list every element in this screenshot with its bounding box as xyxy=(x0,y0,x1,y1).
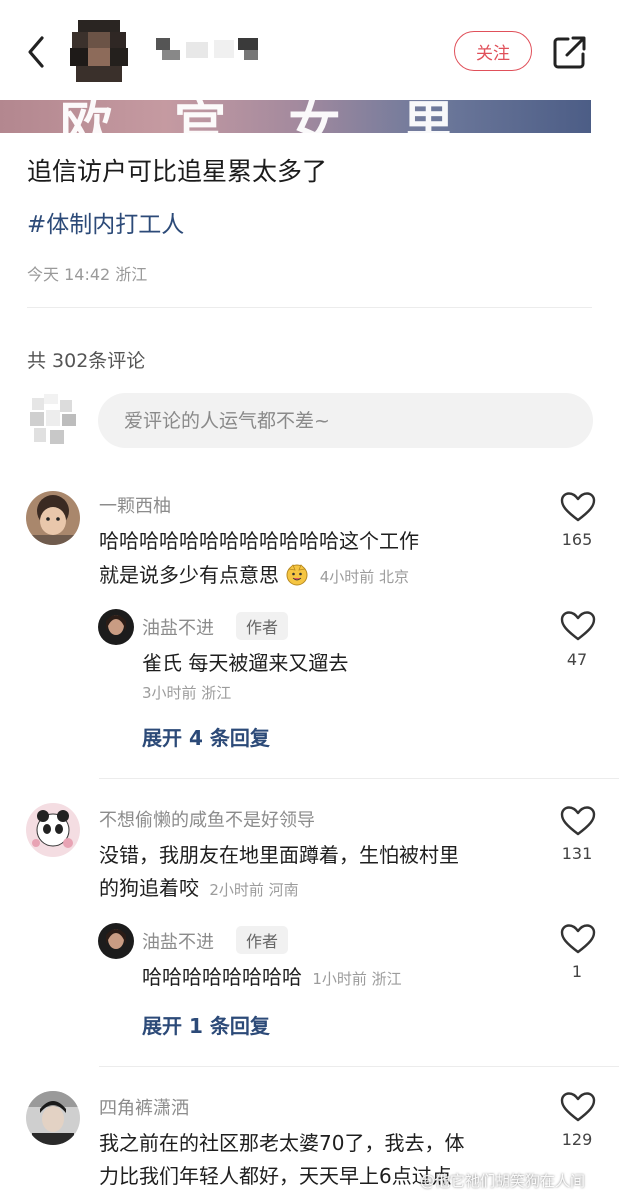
heart-icon[interactable] xyxy=(560,805,596,837)
author-tag: 作者 xyxy=(236,612,289,640)
comment-text-line2-row: 就是说多少有点意思 4小时前 北京 xyxy=(99,558,409,594)
expand-replies-button[interactable]: 展开 1 条回复 xyxy=(142,1010,270,1039)
like-count: 1 xyxy=(571,962,583,981)
divider xyxy=(99,778,619,779)
comment-text-line1: 我之前在的社区那老太婆70了，我去，体 xyxy=(99,1131,465,1155)
reply-author-name[interactable]: 油盐不进 xyxy=(142,614,214,640)
heart-icon[interactable] xyxy=(560,610,596,642)
reply-avatar[interactable] xyxy=(98,923,134,959)
post-meta: 今天 14:42 浙江 xyxy=(27,265,148,284)
expand-replies-button[interactable]: 展开 4 条回复 xyxy=(142,722,270,751)
author-name-blurred xyxy=(156,38,258,60)
heart-icon[interactable] xyxy=(560,491,596,523)
author-avatar[interactable] xyxy=(68,20,130,82)
like-count: 47 xyxy=(566,650,588,669)
reply-text: 哈哈哈哈哈哈哈哈 xyxy=(142,965,302,989)
comment-text-line2: 的狗追着咬 xyxy=(99,876,199,900)
reply-text: 雀氏 每天被遛来又遛去 xyxy=(142,651,349,675)
comment-count: 共 302条评论 xyxy=(27,350,146,372)
post-title: 追信访户可比追星累太多了 xyxy=(27,157,328,186)
my-avatar-blurred xyxy=(28,394,78,446)
comment-input[interactable] xyxy=(98,393,593,448)
post-media-image[interactable]: 欧 官 女 里 xyxy=(0,100,591,133)
comment-text-line2: 力比我们年轻人都好，天天早上6点过点 xyxy=(99,1164,452,1188)
reply-meta: 3小时前 浙江 xyxy=(142,684,232,702)
smiling-face-emoji-icon xyxy=(286,564,308,586)
reply-text-row: 哈哈哈哈哈哈哈哈 1小时前 浙江 xyxy=(142,960,402,996)
author-tag: 作者 xyxy=(236,926,289,954)
reply-author-name[interactable]: 油盐不进 xyxy=(142,928,214,954)
share-out-icon[interactable] xyxy=(552,34,588,70)
divider xyxy=(99,1066,619,1067)
commenter-avatar[interactable] xyxy=(26,803,80,857)
commenter-name[interactable]: 一颗西柚 xyxy=(99,492,171,518)
comment-text-line1: 没错，我朋友在地里面蹲着，生怕被村里 xyxy=(99,843,459,867)
divider xyxy=(27,307,592,308)
follow-button[interactable]: 关注 xyxy=(454,31,532,71)
media-overlay-text: 欧 官 女 里 xyxy=(60,100,477,133)
commenter-name[interactable]: 四角裤潇洒 xyxy=(99,1094,189,1120)
heart-icon[interactable] xyxy=(560,923,596,955)
watermark: @他它祂们胡笑狗在人间 xyxy=(420,1172,586,1190)
commenter-avatar[interactable] xyxy=(26,1091,80,1145)
post-hashtag[interactable]: #体制内打工人 xyxy=(27,205,184,239)
comment-text-line2: 就是说多少有点意思 xyxy=(99,563,279,587)
reply-avatar[interactable] xyxy=(98,609,134,645)
commenter-name[interactable]: 不想偷懒的咸鱼不是好领导 xyxy=(99,806,315,832)
commenter-avatar[interactable] xyxy=(26,491,80,545)
comment-text-line1: 哈哈哈哈哈哈哈哈哈哈哈哈这个工作 xyxy=(99,529,419,553)
like-count: 131 xyxy=(561,844,593,863)
chevron-left-icon[interactable] xyxy=(22,30,52,74)
heart-icon[interactable] xyxy=(560,1091,596,1123)
top-bar: 关注 xyxy=(0,0,619,100)
comment-meta: 2小时前 河南 xyxy=(209,881,299,899)
like-count: 129 xyxy=(561,1130,593,1149)
reply-meta: 1小时前 浙江 xyxy=(312,970,402,988)
like-count: 165 xyxy=(561,530,593,549)
comment-meta: 4小时前 北京 xyxy=(319,568,410,586)
comment-text-line2-row: 的狗追着咬 2小时前 河南 xyxy=(99,871,299,907)
